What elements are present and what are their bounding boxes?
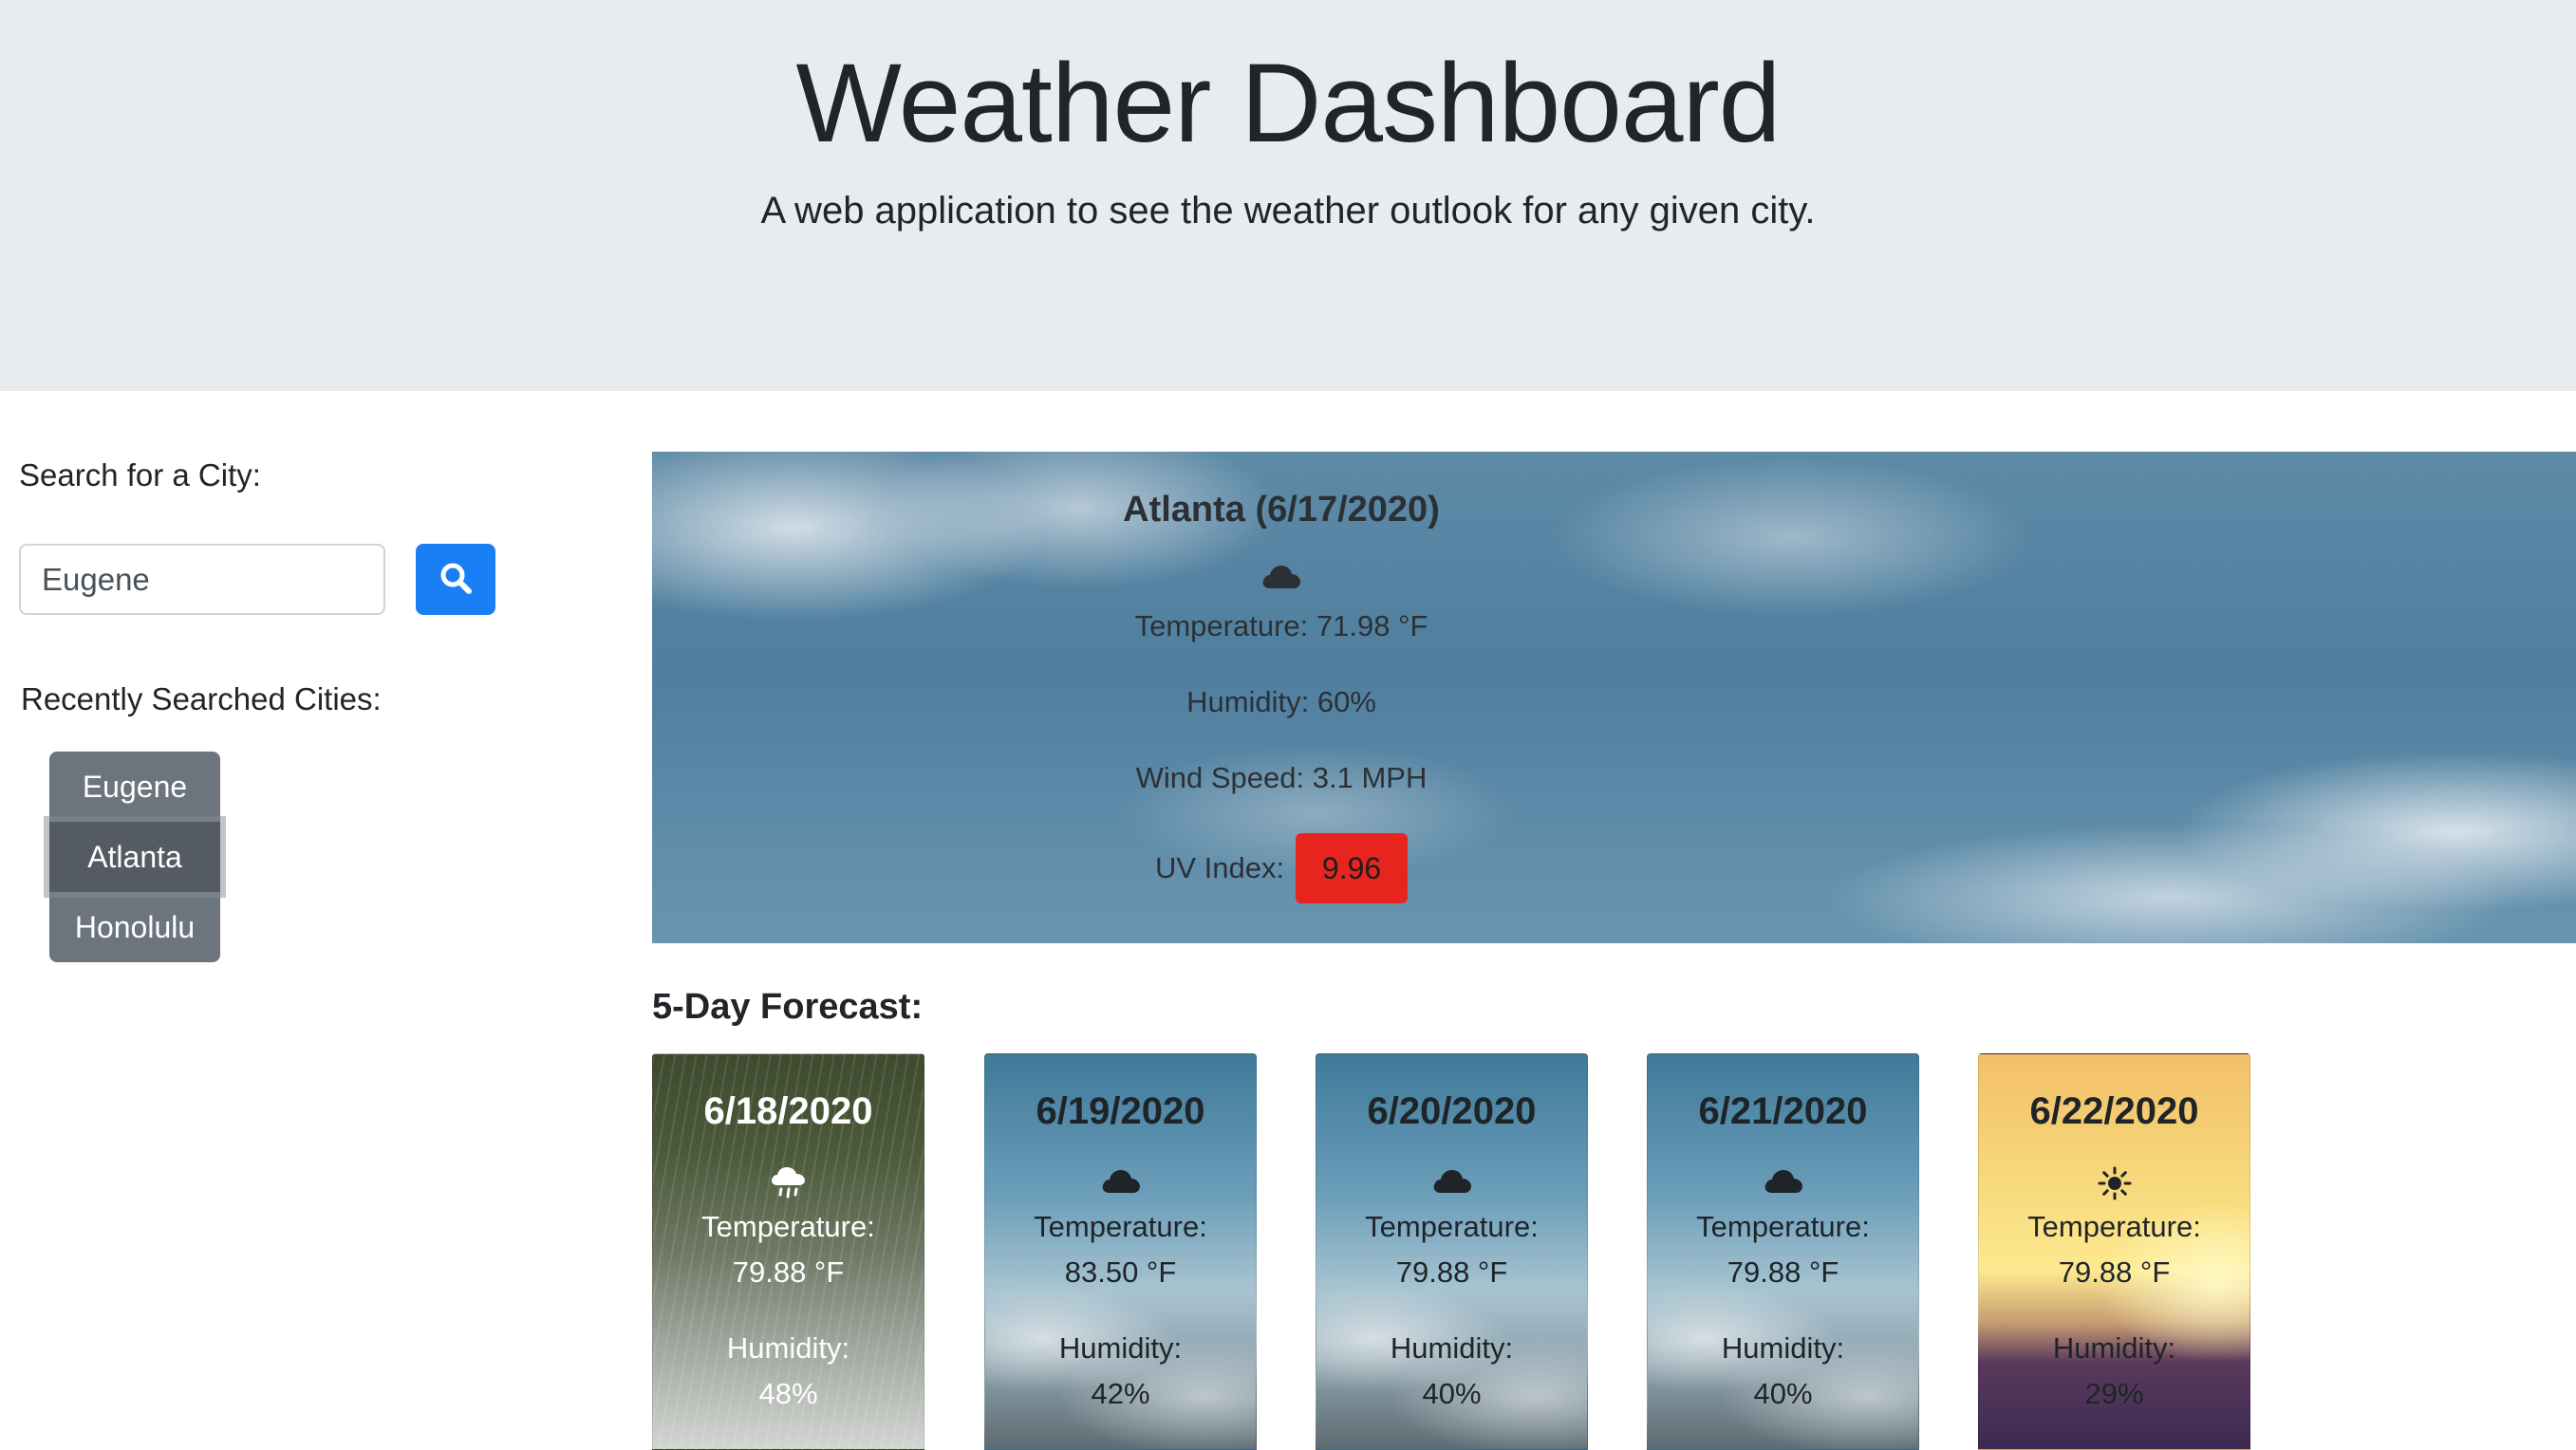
page-subtitle: A web application to see the weather out…	[760, 190, 1816, 232]
forecast-temp-value: 79.88 °F	[2058, 1255, 2171, 1289]
forecast-humidity-label: Humidity:	[2052, 1331, 2176, 1365]
forecast-temp-value: 83.50 °F	[1064, 1255, 1177, 1289]
current-weather-card: Atlanta (6/17/2020) Temperature: 71.98 °…	[652, 452, 2576, 943]
cloud-icon	[985, 1166, 1256, 1204]
forecast-temp-label: Temperature:	[1034, 1210, 1207, 1243]
sun-icon	[1979, 1166, 2249, 1204]
forecast-humidity-value: 42%	[1091, 1377, 1150, 1410]
forecast-temp-label: Temperature:	[2027, 1210, 2201, 1243]
forecast-date: 6/18/2020	[703, 1090, 873, 1132]
forecast-humidity-value: 40%	[1422, 1377, 1482, 1410]
forecast-date: 6/19/2020	[1036, 1090, 1205, 1132]
forecast-date: 6/20/2020	[1367, 1090, 1537, 1132]
cloud-icon	[652, 562, 1911, 600]
cloud-icon	[1648, 1166, 1918, 1204]
forecast-temp-label: Temperature:	[1696, 1210, 1870, 1243]
recent-city-honolulu[interactable]: Honolulu	[49, 892, 220, 962]
current-city-title: Atlanta (6/17/2020)	[1123, 490, 1440, 530]
forecast-temp-value: 79.88 °F	[1727, 1255, 1839, 1289]
forecast-card: 6/19/2020 Temperature: 83.50 °F Humidity…	[984, 1053, 1257, 1450]
page-header: Weather Dashboard A web application to s…	[0, 0, 2576, 391]
recent-city-eugene[interactable]: Eugene	[49, 752, 220, 822]
forecast-temp-value: 79.88 °F	[1395, 1255, 1508, 1289]
forecast-card: 6/21/2020 Temperature: 79.88 °F Humidity…	[1647, 1053, 1919, 1450]
forecast-humidity-label: Humidity:	[1390, 1331, 1514, 1365]
forecast-humidity-value: 48%	[758, 1377, 818, 1410]
uv-index-badge: 9.96	[1296, 833, 1409, 903]
forecast-title: 5-Day Forecast:	[652, 987, 924, 1027]
forecast-temp-label: Temperature:	[1365, 1210, 1539, 1243]
recent-cities-label: Recently Searched Cities:	[21, 681, 382, 716]
uv-index-label: UV Index:	[1154, 851, 1285, 884]
search-button[interactable]	[416, 544, 495, 615]
forecast-humidity-value: 29%	[2084, 1377, 2144, 1410]
forecast-humidity-value: 40%	[1753, 1377, 1813, 1410]
recent-city-atlanta[interactable]: Atlanta	[49, 822, 220, 892]
search-input[interactable]	[19, 544, 385, 615]
recent-cities-list: Eugene Atlanta Honolulu	[49, 752, 220, 962]
forecast-date: 6/22/2020	[2029, 1090, 2199, 1132]
forecast-humidity-label: Humidity:	[1721, 1331, 1845, 1365]
search-label: Search for a City:	[19, 457, 261, 493]
forecast-date: 6/21/2020	[1698, 1090, 1868, 1132]
forecast-card: 6/18/2020 Temperature: 79.88 °F Humidity…	[652, 1053, 924, 1450]
forecast-temp-label: Temperature:	[701, 1210, 875, 1243]
rain-cloud-icon	[653, 1166, 924, 1204]
uv-index-row: UV Index: 9.96	[652, 833, 1911, 903]
forecast-card: 6/20/2020 Temperature: 79.88 °F Humidity…	[1316, 1053, 1588, 1450]
search-icon	[439, 562, 472, 597]
forecast-card: 6/22/2020 Temperature: 79.88 °F Humidity…	[1978, 1053, 2250, 1450]
forecast-humidity-label: Humidity:	[1058, 1331, 1183, 1365]
cloud-icon	[1316, 1166, 1587, 1204]
forecast-humidity-label: Humidity:	[726, 1331, 850, 1365]
forecast-temp-value: 79.88 °F	[732, 1255, 845, 1289]
page-title: Weather Dashboard	[795, 41, 1782, 166]
